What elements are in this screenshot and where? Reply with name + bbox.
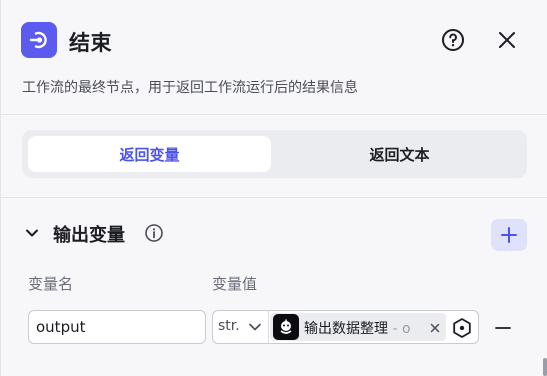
node-description: 工作流的最终节点，用于返回工作流运行后的结果信息	[22, 80, 358, 96]
variable-picker-icon[interactable]	[451, 317, 473, 339]
minus-icon	[495, 327, 511, 329]
remove-variable-button[interactable]	[491, 316, 515, 340]
close-icon[interactable]	[428, 320, 442, 334]
tab-return-text[interactable]: 返回文本	[278, 136, 521, 172]
scrollbar[interactable]	[543, 358, 547, 376]
variable-type-select[interactable]: str.	[213, 311, 269, 343]
question-circle-icon[interactable]	[439, 26, 467, 54]
type-label: str.	[218, 318, 240, 334]
divider	[1, 197, 547, 198]
reference-variable-suffix: - o	[388, 321, 411, 337]
end-node-icon	[21, 22, 57, 58]
page-title: 结束	[69, 31, 112, 55]
tab-return-variables[interactable]: 返回变量	[28, 136, 271, 172]
column-header-value: 变量值	[212, 275, 258, 293]
close-icon[interactable]	[493, 26, 521, 54]
section-title: 输出变量	[53, 225, 125, 246]
reference-label: 输出数据整理 - o	[304, 318, 424, 338]
plus-icon	[501, 227, 517, 243]
column-header-name: 变量名	[28, 275, 74, 293]
chevron-down-icon[interactable]	[22, 223, 42, 243]
output-mode-tabs: 返回变量 返回文本	[22, 130, 527, 178]
variable-name-input[interactable]	[28, 310, 206, 344]
output-variables-header: 输出变量	[22, 219, 527, 251]
chevron-down-icon	[249, 323, 261, 331]
divider	[1, 114, 547, 115]
plugin-avatar-icon	[273, 314, 299, 340]
variable-reference-tag[interactable]: 输出数据整理 - o	[270, 313, 446, 341]
reference-node-name: 输出数据整理	[304, 321, 388, 337]
variable-value-field: str. 输出数据整理 - o	[212, 310, 479, 344]
panel-header: 结束	[21, 22, 531, 62]
info-circle-icon[interactable]	[144, 223, 164, 243]
add-variable-button[interactable]	[491, 219, 527, 251]
end-node-panel: 结束 工作流的最终节点，用于返回工作流运行后的结果信息 返回变量 返回文本 输出…	[0, 0, 547, 376]
